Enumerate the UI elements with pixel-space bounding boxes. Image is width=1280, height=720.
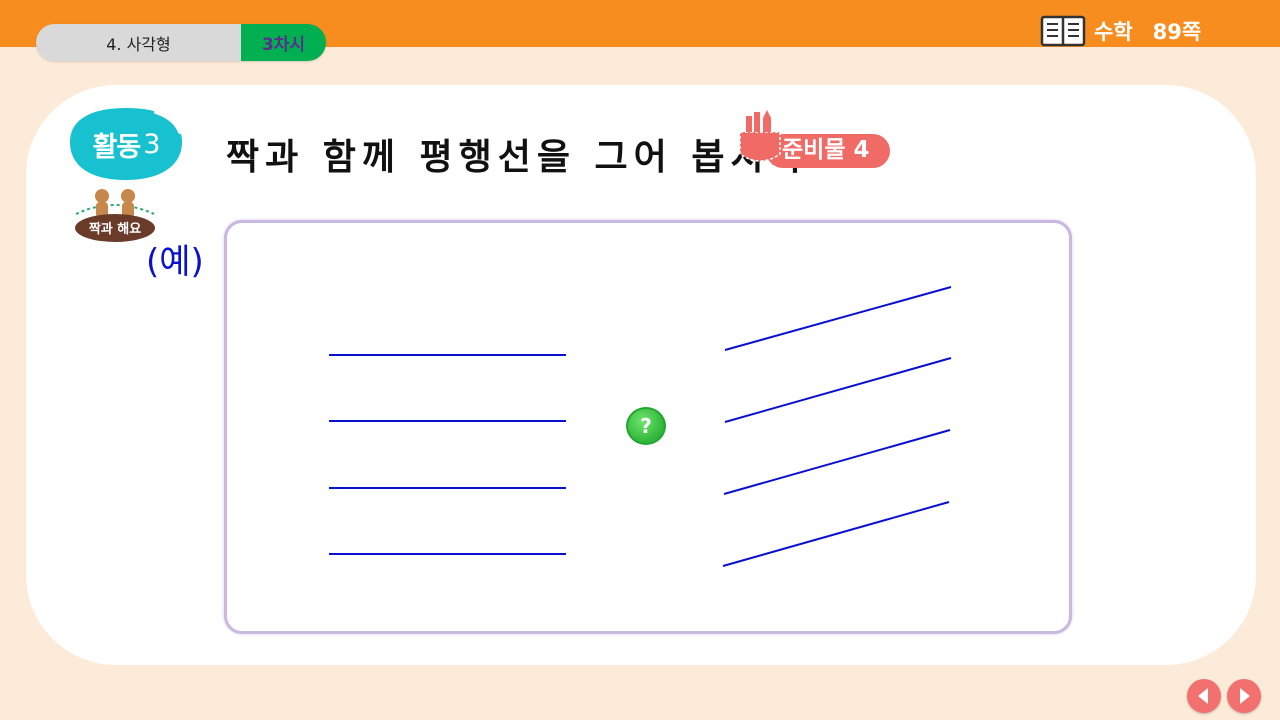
- lesson-label: 3차시: [241, 24, 326, 61]
- next-arrow-icon: [1240, 688, 1250, 704]
- unit-label: 4. 사각형: [36, 24, 241, 61]
- open-book-icon: [1040, 15, 1086, 47]
- textbook-reference: 수학 89쪽: [1040, 14, 1201, 48]
- page-label: 89쪽: [1152, 20, 1202, 44]
- next-button[interactable]: [1227, 679, 1261, 713]
- materials-tag[interactable]: 준비물 4: [736, 106, 890, 170]
- materials-label: 준비물 4: [782, 137, 870, 163]
- activity-badge: 활동 3: [68, 106, 184, 182]
- chapter-indicator: 4. 사각형 3차시: [36, 24, 326, 61]
- help-button[interactable]: ?: [626, 407, 666, 445]
- pair-label: 짝과 해요: [89, 221, 141, 237]
- example-label: (예): [146, 242, 204, 282]
- badge-number: 3: [143, 128, 160, 160]
- activity-title: 짝과 함께 평행선을 그어 봅시다: [226, 137, 809, 178]
- badge-label: 활동: [92, 131, 142, 163]
- prev-button[interactable]: [1187, 679, 1221, 713]
- prev-arrow-icon: [1198, 688, 1208, 704]
- subject-label: 수학: [1094, 20, 1133, 44]
